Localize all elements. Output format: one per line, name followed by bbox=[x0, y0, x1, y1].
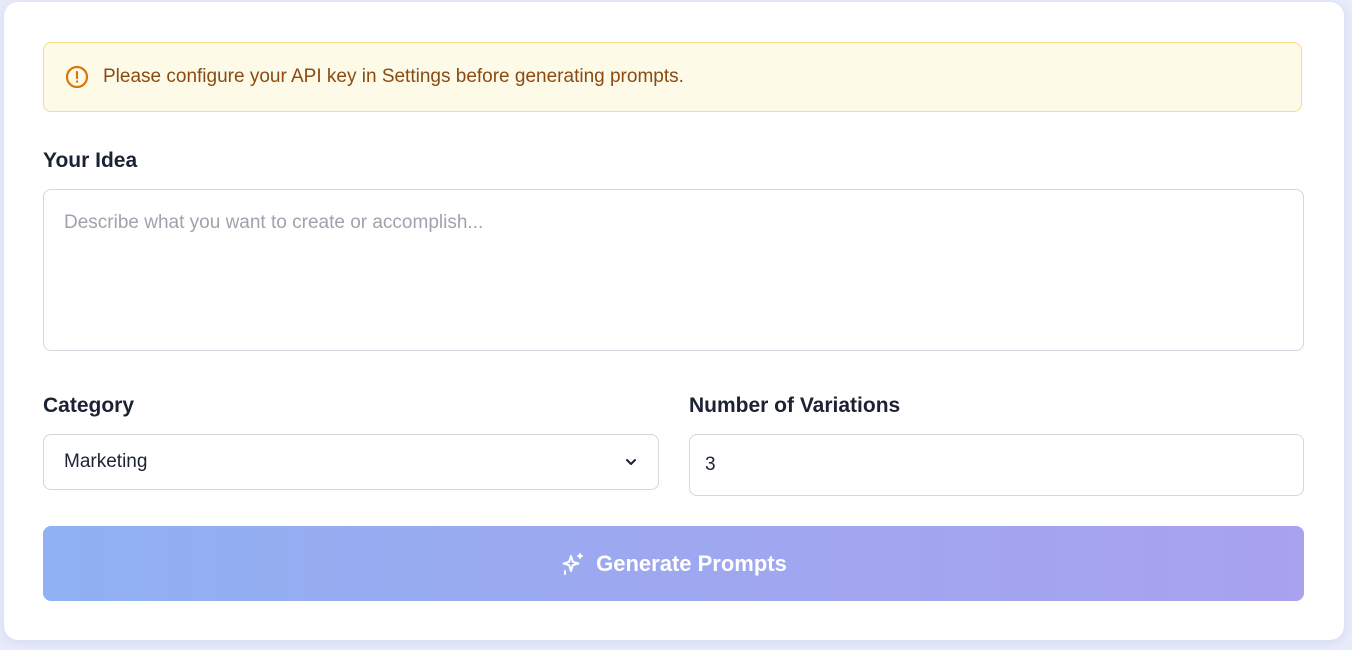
category-select[interactable]: Marketing bbox=[43, 434, 659, 490]
variations-input[interactable] bbox=[689, 434, 1304, 496]
chevron-down-icon bbox=[624, 455, 638, 469]
sparkles-icon bbox=[560, 551, 586, 577]
idea-label: Your Idea bbox=[43, 149, 138, 172]
variations-label: Number of Variations bbox=[689, 394, 901, 417]
alert-circle-icon bbox=[64, 64, 90, 90]
category-label: Category bbox=[43, 394, 135, 417]
generate-button-label: Generate Prompts bbox=[596, 550, 787, 576]
generate-prompts-button[interactable]: Generate Prompts bbox=[43, 526, 1304, 601]
category-selected-value: Marketing bbox=[64, 451, 148, 472]
idea-input[interactable] bbox=[43, 189, 1304, 351]
alert-message: Please configure your API key in Setting… bbox=[103, 66, 684, 87]
generator-card: Please configure your API key in Setting… bbox=[4, 2, 1344, 640]
api-key-warning: Please configure your API key in Setting… bbox=[43, 42, 1302, 112]
